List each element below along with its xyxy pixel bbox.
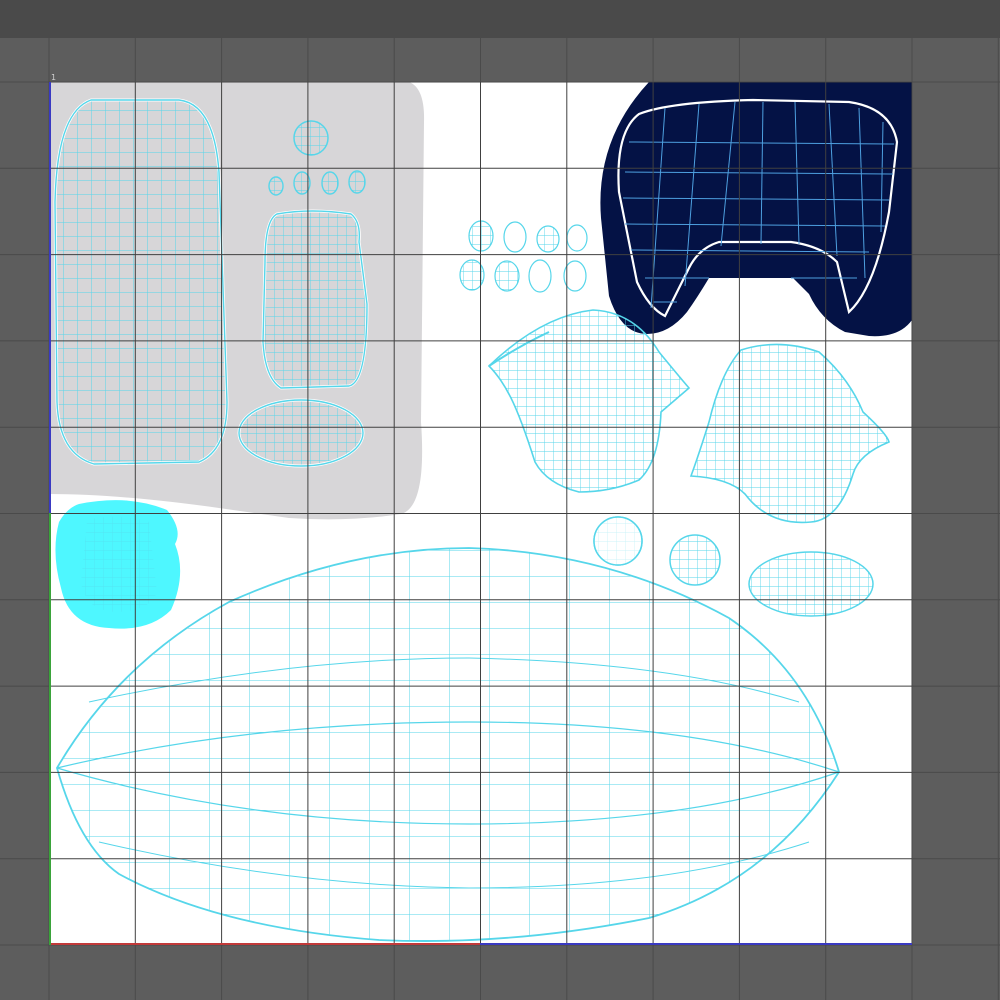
large-lens-shell[interactable] (56, 547, 840, 942)
small-round-shell[interactable] (293, 120, 329, 156)
right-cup-shell[interactable] (689, 343, 890, 524)
uv-space-canvas[interactable]: 1 (49, 73, 912, 945)
small-oval-shell-right[interactable] (748, 551, 874, 617)
medium-tall-shell[interactable] (261, 209, 369, 390)
center-cup-shell[interactable] (487, 309, 691, 493)
editor-toolbar (0, 0, 1000, 39)
cyan-shell[interactable] (55, 500, 181, 629)
uv-shells-layer[interactable] (49, 82, 912, 945)
small-circle-shell-2[interactable] (669, 534, 721, 586)
large-tall-shell[interactable] (53, 98, 229, 466)
origin-label: 1 (51, 73, 57, 82)
small-ovals-cluster[interactable] (459, 220, 588, 293)
